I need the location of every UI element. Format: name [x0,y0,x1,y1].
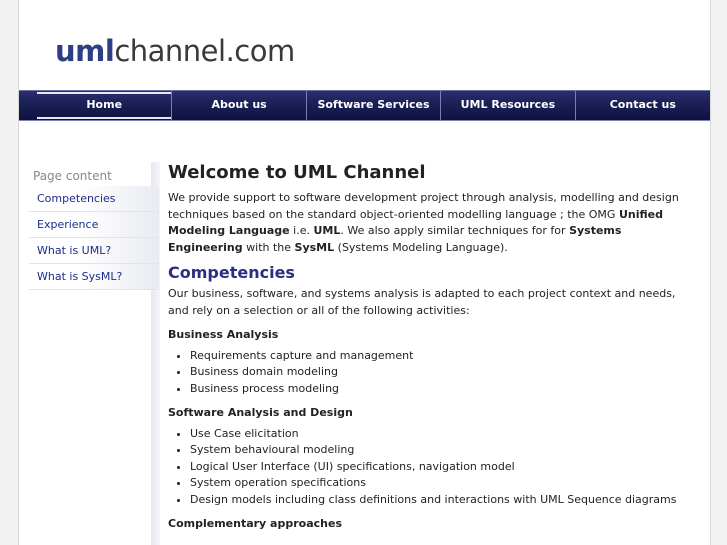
intro-text-4: with the [242,240,295,254]
nav-about-us[interactable]: About us [172,91,307,120]
intro-text-5: (Systems Modeling Language). [334,240,508,254]
intro-text-2: i.e. [289,224,314,237]
logo-channel: channel.com [114,34,295,68]
page-title: Welcome to UML Channel [168,162,426,183]
list-item: Business process modeling [190,381,698,398]
nav-home[interactable]: Home [37,91,173,120]
complementary-approaches-heading: Complementary approaches [168,517,342,530]
intro-paragraph: We provide support to software developme… [168,190,698,256]
list-item: Business domain modeling [190,364,698,381]
list-item: System behavioural modeling [190,442,698,459]
intro-text-3: . We also apply similar techniques for f… [340,224,570,237]
nav-contact-us[interactable]: Contact us [576,91,710,120]
business-analysis-list: Requirements capture and management Busi… [168,348,698,398]
nav-uml-resources[interactable]: UML Resources [441,91,576,120]
business-analysis-heading: Business Analysis [168,328,279,341]
list-item: Logical User Interface (UI) specificatio… [190,459,698,476]
sidebar-item-what-is-sysml[interactable]: What is SysML? [29,264,159,290]
intro-bold-sysml: SysML [294,240,335,254]
list-item: Design models including class definition… [190,492,698,509]
sidebar-item-what-is-uml[interactable]: What is UML? [29,238,159,264]
intro-text-1: We provide support to software developme… [168,191,679,221]
list-item: System operation specifications [190,475,698,492]
sidebar: Page content Competencies Experience Wha… [29,165,159,290]
competencies-heading: Competencies [168,263,295,282]
software-analysis-list: Use Case elicitation System behavioural … [168,426,698,509]
sidebar-item-experience[interactable]: Experience [29,212,159,238]
software-analysis-heading: Software Analysis and Design [168,406,353,419]
list-item: Use Case elicitation [190,426,698,443]
main-nav: Home About us Software Services UML Reso… [19,90,710,121]
nav-software-services[interactable]: Software Services [307,91,442,120]
sidebar-item-competencies[interactable]: Competencies [29,186,159,212]
competencies-paragraph: Our business, software, and systems anal… [168,287,676,317]
list-item: Requirements capture and management [190,348,698,365]
logo-uml: uml [55,34,115,68]
sidebar-title: Page content [33,169,112,183]
site-logo[interactable]: umlchannel.com [55,34,295,68]
main-content: Welcome to UML Channel We provide suppor… [168,162,698,537]
intro-bold-uml: UML [313,224,341,237]
page-container: umlchannel.com Home About us Software Se… [18,0,711,545]
